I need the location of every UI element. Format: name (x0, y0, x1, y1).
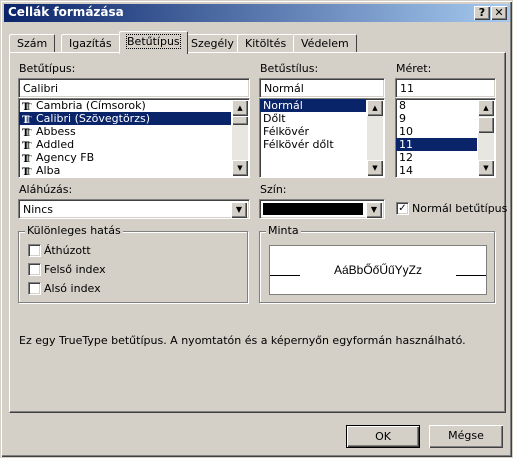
list-item[interactable]: 11 (396, 138, 477, 151)
font-style-list[interactable]: Normál Dőlt Félkövér Félkövér dőlt ▲ ▼ (259, 98, 385, 178)
scroll-thumb[interactable] (232, 116, 248, 125)
help-button[interactable]: ? (474, 6, 490, 20)
chevron-down-icon[interactable]: ▼ (231, 202, 247, 218)
scroll-up-icon[interactable]: ▲ (478, 100, 494, 116)
info-text: Ez egy TrueType betűtípus. A nyomtatón é… (19, 334, 466, 347)
color-picker[interactable]: ▼ (259, 199, 385, 219)
font-label: Betűtípus: (19, 62, 76, 75)
size-label: Méret: (396, 62, 432, 75)
scroll-down-icon[interactable]: ▼ (232, 160, 248, 176)
close-button[interactable]: ✕ (491, 6, 507, 20)
list-item[interactable]: 14 (396, 164, 477, 177)
list-item[interactable]: TCalibri (Szövegtörzs) (19, 112, 231, 127)
effects-group-title: Különleges hatás (25, 224, 123, 237)
superscript-label: Felső index (44, 263, 106, 276)
color-swatch (263, 203, 363, 215)
list-item[interactable]: Félkövér (260, 125, 366, 138)
font-list-scrollbar[interactable]: ▲ ▼ (232, 100, 248, 176)
color-label: Szín: (260, 183, 287, 196)
truetype-icon: T (22, 167, 34, 177)
tab-number[interactable]: Szám (9, 34, 56, 53)
scroll-up-icon[interactable]: ▲ (232, 100, 248, 116)
list-item[interactable]: TAddled (19, 138, 231, 153)
tab-strip: Szám Igazítás Betűtípus Szegély Kitöltés… (9, 31, 509, 54)
tab-font[interactable]: Betűtípus (119, 31, 188, 54)
list-item[interactable]: TAlba (19, 164, 231, 177)
list-item[interactable]: 12 (396, 151, 477, 164)
underline-label: Aláhúzás: (19, 183, 73, 196)
size-list-scrollbar[interactable]: ▲ ▼ (478, 100, 494, 176)
scroll-down-icon[interactable]: ▼ (478, 160, 494, 176)
window-title: Cellák formázása (8, 5, 124, 19)
close-icon: ✕ (494, 6, 504, 19)
preview-box: AáBbŐőŰűYyZz (269, 245, 487, 295)
tab-alignment[interactable]: Igazítás (61, 34, 120, 53)
title-bar: Cellák formázása ? ✕ (4, 4, 510, 22)
font-style-input[interactable]: Normál (259, 78, 385, 98)
scroll-thumb[interactable] (478, 117, 494, 133)
font-style-label: Betűstílus: (260, 62, 319, 75)
scroll-up-icon[interactable]: ▲ (367, 100, 383, 116)
chevron-down-icon[interactable]: ▼ (366, 202, 382, 218)
list-item[interactable]: TAbbess (19, 125, 231, 140)
list-item[interactable]: Normál (260, 99, 366, 112)
list-item[interactable]: TCambria (Címsorok) (19, 99, 231, 114)
list-item[interactable]: Félkövér dőlt (260, 138, 366, 151)
subscript-label: Alsó index (44, 282, 101, 295)
list-item[interactable]: TAgency FB (19, 151, 231, 166)
list-item[interactable]: 9 (396, 112, 477, 125)
size-list[interactable]: 8 9 10 11 12 14 ▲ ▼ (395, 98, 496, 178)
underline-select[interactable]: Nincs ▼ (18, 199, 250, 219)
size-input[interactable]: 11 (395, 78, 496, 98)
font-style-scrollbar[interactable]: ▲ ▼ (367, 100, 383, 176)
subscript-checkbox[interactable] (28, 282, 41, 295)
cancel-button[interactable]: Mégse (429, 425, 503, 448)
tab-fill[interactable]: Kitöltés (237, 34, 295, 53)
scroll-down-icon[interactable]: ▼ (367, 160, 383, 176)
font-input[interactable]: Calibri (18, 78, 250, 98)
superscript-checkbox[interactable] (28, 263, 41, 276)
normal-font-checkbox[interactable]: ✓ (396, 202, 409, 215)
tab-protection[interactable]: Védelem (293, 34, 357, 53)
ok-button[interactable]: OK (346, 425, 420, 448)
font-list[interactable]: TCambria (Címsorok) TCalibri (Szövegtörz… (18, 98, 250, 178)
preview-sample: AáBbŐőŰűYyZz (333, 263, 423, 277)
format-cells-dialog: Cellák formázása ? ✕ Szám Igazítás Betűt… (0, 0, 513, 458)
list-item[interactable]: 10 (396, 125, 477, 138)
normal-font-label: Normál betűtípus (412, 202, 508, 215)
strikethrough-label: Áthúzott (44, 244, 91, 257)
tab-border[interactable]: Szegély (183, 34, 242, 53)
preview-group-title: Minta (266, 224, 301, 237)
list-item[interactable]: 8 (396, 99, 477, 112)
strikethrough-checkbox[interactable] (28, 244, 41, 257)
list-item[interactable]: Dőlt (260, 112, 366, 125)
